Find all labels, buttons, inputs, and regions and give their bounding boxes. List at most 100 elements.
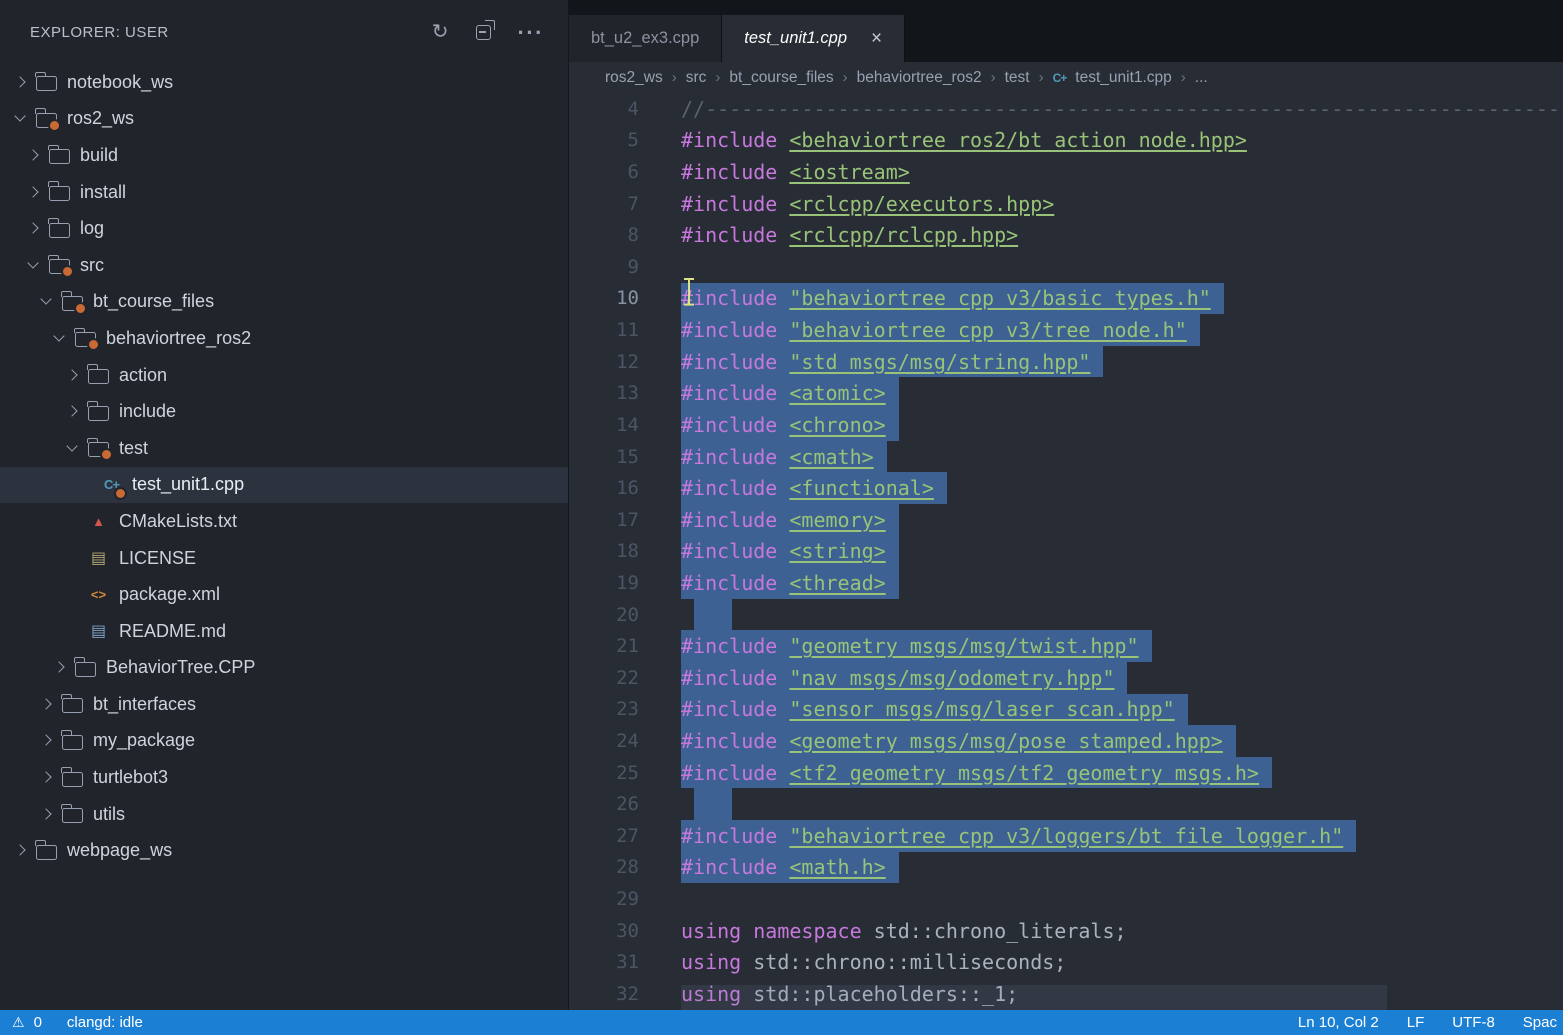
- code-line-4[interactable]: 4//-------------------------------------…: [569, 93, 1563, 125]
- breadcrumb-item-ros2-ws[interactable]: ros2_ws: [605, 69, 663, 87]
- tab-bt-u2-ex3-cpp[interactable]: bt_u2_ex3.cpp: [569, 15, 722, 62]
- code-line-8[interactable]: 8#include <rclcpp/rclcpp.hpp>: [569, 219, 1563, 251]
- status-indentation[interactable]: Spac: [1523, 1014, 1557, 1031]
- status-cursor-position[interactable]: Ln 10, Col 2: [1298, 1014, 1379, 1031]
- breadcrumb-item-behaviortree-ros2[interactable]: behaviortree_ros2: [857, 69, 982, 87]
- breadcrumb-more[interactable]: ...: [1195, 69, 1208, 87]
- close-tab-icon[interactable]: ×: [871, 28, 882, 50]
- vscode-window: EXPLORER: USER ↻ ··· notebook_wsros2_wsb…: [0, 0, 1563, 1035]
- code-line-18[interactable]: 18#include <string>: [569, 536, 1563, 568]
- code-line-28[interactable]: 28#include <math.h>: [569, 852, 1563, 884]
- tree-item-bt-course-files[interactable]: bt_course_files: [0, 284, 568, 321]
- tree-item-package-xml[interactable]: <>package.xml: [0, 576, 568, 613]
- chevron-right-icon[interactable]: [64, 367, 81, 384]
- tree-item-turtlebot3[interactable]: turtlebot3: [0, 759, 568, 796]
- code-line-15[interactable]: 15#include <cmath>: [569, 441, 1563, 473]
- status-problems[interactable]: ⚠ 0 clangd: idle: [12, 1014, 143, 1031]
- tree-item-build[interactable]: build: [0, 137, 568, 174]
- tree-item-readme-md[interactable]: ▤README.md: [0, 613, 568, 650]
- chevron-right-icon[interactable]: [12, 74, 29, 91]
- breadcrumb-item-test-unit1-cpp[interactable]: test_unit1.cpp: [1075, 69, 1172, 87]
- breadcrumb: ros2_ws›src›bt_course_files›behaviortree…: [569, 62, 1563, 93]
- code-line-25[interactable]: 25#include <tf2_geometry_msgs/tf2_geomet…: [569, 757, 1563, 789]
- chevron-right-icon[interactable]: [64, 403, 81, 420]
- code-line-31[interactable]: 31using std::chrono::milliseconds;: [569, 946, 1563, 978]
- chevron-right-icon[interactable]: [38, 732, 55, 749]
- breadcrumb-item-test[interactable]: test: [1005, 69, 1030, 87]
- tree-item-bt-interfaces[interactable]: bt_interfaces: [0, 686, 568, 723]
- code-line-24[interactable]: 24#include <geometry_msgs/msg/pose_stamp…: [569, 725, 1563, 757]
- code-line-12[interactable]: 12#include "std_msgs/msg/string.hpp": [569, 346, 1563, 378]
- tree-item-behaviortree-cpp[interactable]: BehaviorTree.CPP: [0, 650, 568, 687]
- token-plain: [777, 381, 789, 405]
- chevron-right-icon[interactable]: [25, 147, 42, 164]
- chevron-right-icon[interactable]: [12, 842, 29, 859]
- code-line-13[interactable]: 13#include <atomic>: [569, 377, 1563, 409]
- chevron-right-icon[interactable]: [38, 696, 55, 713]
- chevron-right-icon[interactable]: [25, 220, 42, 237]
- line-number: 23: [569, 698, 681, 720]
- code-line-14[interactable]: 14#include <chrono>: [569, 409, 1563, 441]
- tree-item-src[interactable]: src: [0, 247, 568, 284]
- tree-item-webpage-ws[interactable]: webpage_ws: [0, 832, 568, 869]
- code-line-19[interactable]: 19#include <thread>: [569, 567, 1563, 599]
- chevron-right-icon[interactable]: [51, 659, 68, 676]
- code-line-23[interactable]: 23#include "sensor_msgs/msg/laser_scan.h…: [569, 694, 1563, 726]
- chevron-down-icon[interactable]: [12, 110, 29, 127]
- tree-item-log[interactable]: log: [0, 210, 568, 247]
- code-editor[interactable]: 4//-------------------------------------…: [569, 93, 1563, 1010]
- tree-item-cmakelists-txt[interactable]: ▲CMakeLists.txt: [0, 503, 568, 540]
- code-line-22[interactable]: 22#include "nav_msgs/msg/odometry.hpp": [569, 662, 1563, 694]
- breadcrumb-item-bt-course-files[interactable]: bt_course_files: [729, 69, 833, 87]
- language-server-status[interactable]: clangd: idle: [67, 1014, 143, 1031]
- refresh-icon[interactable]: ↻: [432, 22, 449, 42]
- chevron-down-icon[interactable]: [38, 293, 55, 310]
- chevron-down-icon[interactable]: [51, 330, 68, 347]
- status-encoding[interactable]: UTF-8: [1452, 1014, 1495, 1031]
- tree-item-test-unit1-cpp[interactable]: C+test_unit1.cpp: [0, 467, 568, 504]
- tree-item-include[interactable]: include: [0, 393, 568, 430]
- tab-test-unit1-cpp[interactable]: test_unit1.cpp ×: [722, 15, 905, 62]
- code-line-10[interactable]: 10#include "behaviortree_cpp_v3/basic_ty…: [569, 283, 1563, 315]
- tree-item-action[interactable]: action: [0, 357, 568, 394]
- code-line-26[interactable]: 26: [569, 788, 1563, 820]
- tree-item-utils[interactable]: utils: [0, 796, 568, 833]
- code-line-9[interactable]: 9: [569, 251, 1563, 283]
- code-line-16[interactable]: 16#include <functional>: [569, 472, 1563, 504]
- tree-item-label: include: [119, 401, 176, 422]
- chevron-right-icon[interactable]: [25, 184, 42, 201]
- more-actions-icon[interactable]: ···: [518, 27, 544, 38]
- chevron-right-icon[interactable]: [38, 806, 55, 823]
- code-line-7[interactable]: 7#include <rclcpp/executors.hpp>: [569, 188, 1563, 220]
- code-line-6[interactable]: 6#include <iostream>: [569, 156, 1563, 188]
- code-line-20[interactable]: 20: [569, 599, 1563, 631]
- chevron-right-icon[interactable]: [38, 769, 55, 786]
- tree-item-install[interactable]: install: [0, 174, 568, 211]
- code-line-11[interactable]: 11#include "behaviortree_cpp_v3/tree_nod…: [569, 314, 1563, 346]
- tree-item-test[interactable]: test: [0, 430, 568, 467]
- tree-item-ros2-ws[interactable]: ros2_ws: [0, 101, 568, 138]
- tree-item-my-package[interactable]: my_package: [0, 723, 568, 760]
- tab-label: test_unit1.cpp: [744, 29, 847, 48]
- line-content: //--------------------------------------…: [681, 93, 1563, 125]
- horizontal-scrollbar[interactable]: [681, 985, 1387, 1010]
- code-line-27[interactable]: 27#include "behaviortree_cpp_v3/loggers/…: [569, 820, 1563, 852]
- chevron-down-icon[interactable]: [64, 440, 81, 457]
- code-line-30[interactable]: 30using namespace std::chrono_literals;: [569, 915, 1563, 947]
- tree-item-notebook-ws[interactable]: notebook_ws: [0, 64, 568, 101]
- status-eol-sequence[interactable]: LF: [1407, 1014, 1425, 1031]
- line-number: 5: [569, 129, 681, 151]
- chevron-down-icon[interactable]: [25, 257, 42, 274]
- folder-icon: [49, 223, 70, 238]
- tree-item-behaviortree-ros2[interactable]: behaviortree_ros2: [0, 320, 568, 357]
- token-kw: #include: [681, 445, 777, 469]
- collapse-folders-icon[interactable]: [476, 25, 491, 40]
- code-line-29[interactable]: 29: [569, 883, 1563, 915]
- code-line-21[interactable]: 21#include "geometry_msgs/msg/twist.hpp": [569, 630, 1563, 662]
- code-line-17[interactable]: 17#include <memory>: [569, 504, 1563, 536]
- tree-item-label: src: [80, 255, 104, 276]
- token-plain: [777, 697, 789, 721]
- code-line-5[interactable]: 5#include <behaviortree_ros2/bt_action_n…: [569, 125, 1563, 157]
- tree-item-license[interactable]: ▤LICENSE: [0, 540, 568, 577]
- breadcrumb-item-src[interactable]: src: [686, 69, 707, 87]
